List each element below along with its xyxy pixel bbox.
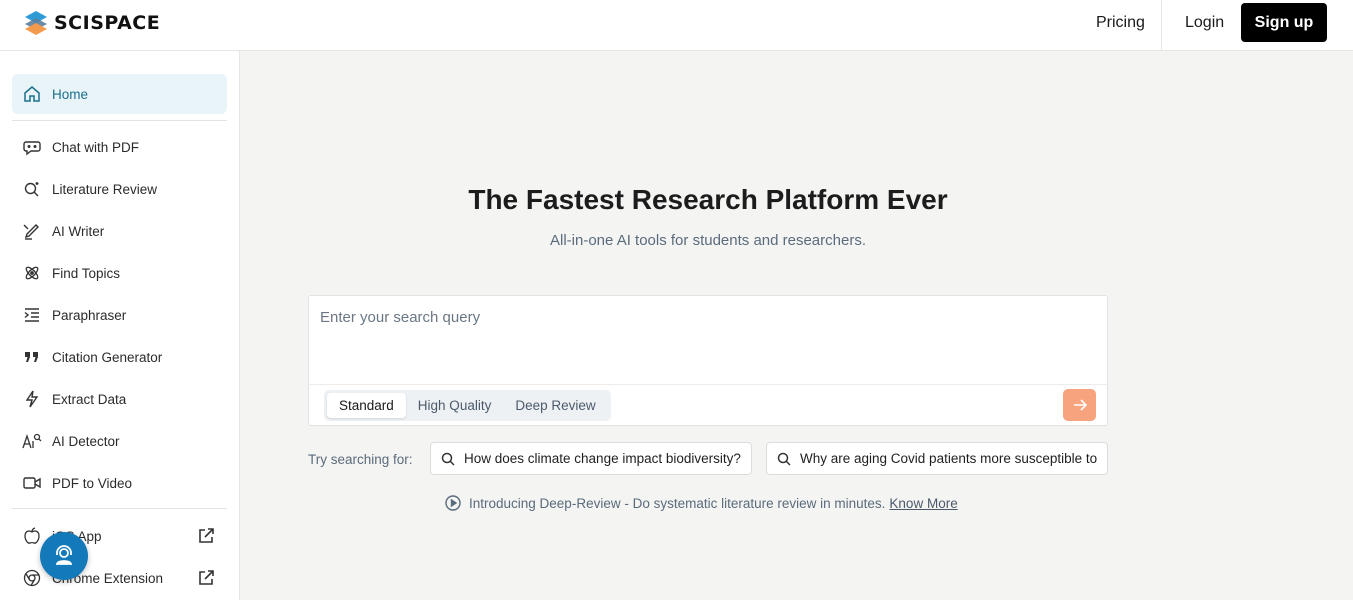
sidebar-item-label: Find Topics — [52, 265, 121, 281]
sidebar-item-find-topics[interactable]: Find Topics — [12, 253, 227, 293]
sidebar-item-citation-generator[interactable]: Citation Generator — [12, 337, 227, 377]
search-input[interactable] — [320, 309, 1090, 326]
external-link-icon — [199, 570, 214, 585]
sidebar-item-label: PDF to Video — [52, 475, 133, 491]
search-submit-button[interactable] — [1063, 389, 1096, 421]
sidebar-item-ai-writer[interactable]: AI Writer — [12, 211, 227, 251]
apple-icon — [22, 526, 42, 546]
search-sparkle-icon — [22, 179, 42, 199]
know-more-link[interactable]: Know More — [889, 496, 957, 511]
search-icon — [441, 452, 455, 466]
signup-button[interactable]: Sign up — [1241, 3, 1327, 42]
pricing-link[interactable]: Pricing — [1096, 14, 1145, 32]
sidebar-item-literature-review[interactable]: Literature Review — [12, 169, 227, 209]
sidebar-item-label: Citation Generator — [52, 349, 163, 365]
sidebar-item-label: Paraphraser — [52, 307, 127, 323]
suggestion-text: Why are aging Covid patients more suscep… — [800, 451, 1098, 466]
play-circle-icon — [445, 495, 461, 511]
sidebar-item-label: AI Writer — [52, 223, 105, 239]
mode-standard[interactable]: Standard — [327, 393, 406, 418]
sidebar-item-ai-detector[interactable]: AI Detector — [12, 421, 227, 461]
sidebar-item-label: Extract Data — [52, 391, 127, 407]
external-link-icon — [199, 528, 214, 543]
sidebar-item-label: Chat with PDF — [52, 139, 140, 155]
atom-icon — [22, 263, 42, 283]
login-link[interactable]: Login — [1185, 14, 1224, 32]
sidebar-item-home[interactable]: Home — [12, 74, 227, 114]
chat-icon — [22, 137, 42, 157]
logo[interactable]: SCISPACE — [24, 10, 160, 36]
sidebar-divider — [12, 120, 227, 121]
logo-text: SCISPACE — [54, 12, 161, 34]
sidebar-item-extract-data[interactable]: Extract Data — [12, 379, 227, 419]
sidebar-item-pdf-to-video[interactable]: PDF to Video — [12, 463, 227, 503]
chrome-icon — [22, 568, 42, 588]
page-title: The Fastest Research Platform Ever — [468, 184, 948, 215]
sidebar-item-chat-with-pdf[interactable]: Chat with PDF — [12, 127, 227, 167]
support-agent-icon — [55, 545, 73, 565]
lightning-icon — [22, 389, 42, 409]
pen-icon — [22, 221, 42, 241]
ai-detector-icon — [22, 431, 42, 451]
sidebar-divider — [12, 508, 227, 509]
try-searching-label: Try searching for: — [308, 452, 413, 467]
search-icon — [777, 452, 791, 466]
header-divider — [1161, 0, 1162, 50]
home-icon — [22, 84, 42, 104]
sidebar-item-label: Home — [52, 86, 89, 102]
suggestion-list: How does climate change impact biodivers… — [430, 442, 1108, 476]
suggestion-chip[interactable]: Why are aging Covid patients more suscep… — [766, 442, 1108, 475]
search-mode-group: Standard High Quality Deep Review — [324, 390, 611, 421]
suggestion-text: How does climate change impact biodivers… — [464, 451, 741, 466]
search-footer-divider — [309, 384, 1107, 385]
video-icon — [22, 473, 42, 493]
quote-icon — [22, 347, 42, 367]
sidebar-item-label: AI Detector — [52, 433, 120, 449]
sidebar-item-paraphraser[interactable]: Paraphraser — [12, 295, 227, 335]
support-chat-button[interactable] — [40, 532, 88, 580]
search-box: Standard High Quality Deep Review — [308, 295, 1108, 426]
top-header: SCISPACE Pricing Login Sign up — [0, 0, 1353, 51]
deep-review-announcement: Introducing Deep-Review - Do systematic … — [445, 495, 958, 511]
sidebar-item-label: Literature Review — [52, 181, 158, 197]
indent-icon — [22, 305, 42, 325]
sidebar: Home Chat with PDF Literature Review AI … — [0, 51, 240, 600]
scispace-logo-icon — [25, 11, 47, 35]
page-subtitle: All-in-one AI tools for students and res… — [550, 232, 866, 249]
mode-deep-review[interactable]: Deep Review — [503, 393, 607, 418]
mode-high-quality[interactable]: High Quality — [406, 393, 504, 418]
suggestion-chip[interactable]: How does climate change impact biodivers… — [430, 442, 752, 475]
announcement-text: Introducing Deep-Review - Do systematic … — [469, 495, 886, 511]
arrow-right-icon — [1073, 399, 1087, 411]
